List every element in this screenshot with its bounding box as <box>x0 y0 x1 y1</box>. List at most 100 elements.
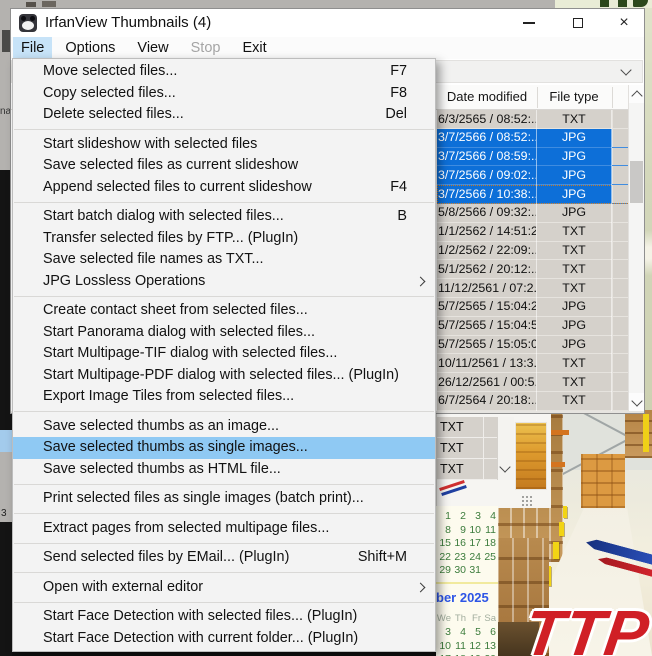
menu-item-label: Save selected thumbs as HTML file... <box>43 461 281 477</box>
file-row[interactable]: 1/2/2562 / 22:09:...TXT <box>437 242 628 261</box>
menu-item-open-external-editor[interactable]: Open with external editor <box>13 577 435 599</box>
file-row[interactable]: 10/11/2561 / 13:3...TXT <box>437 354 628 373</box>
column-header-file-type[interactable]: File type <box>537 89 611 104</box>
row-tail-cell <box>612 392 628 410</box>
row-tail-cell <box>612 242 628 260</box>
menu-item-move-selected-files[interactable]: Move selected files...F7 <box>13 61 435 83</box>
menu-item-save-thumbs-html[interactable]: Save selected thumbs as HTML file... <box>13 459 435 481</box>
calendar-day: 4 <box>481 510 496 524</box>
mini-thumbnail-image[interactable] <box>515 422 547 490</box>
calendar-day: 18 <box>481 537 496 551</box>
scroll-up-button[interactable] <box>629 85 644 103</box>
file-date: 5/8/2566 / 09:32:... <box>438 205 536 219</box>
ttp-logo-text: TTP <box>520 596 652 656</box>
menu-item-extract-pages[interactable]: Extract pages from selected multipage fi… <box>13 518 435 540</box>
menu-item-delete-selected-files[interactable]: Delete selected files...Del <box>13 104 435 126</box>
file-row[interactable]: 3/7/2566 / 08:52:...JPG <box>437 129 628 148</box>
file-row-focused[interactable]: 3/7/2566 / 10:38:...JPG <box>437 185 628 204</box>
menu-item-label: Create contact sheet from selected files… <box>43 302 308 318</box>
menu-item-label: Start Face Detection with selected files… <box>43 608 357 624</box>
menu-item-jpg-lossless[interactable]: JPG Lossless Operations <box>13 271 435 293</box>
photo-yellow-guard <box>559 522 564 536</box>
menubar-item-view[interactable]: View <box>128 37 177 59</box>
calendar-day: 6 <box>481 626 496 640</box>
background-top-strip <box>12 0 652 8</box>
menu-item-save-current-slideshow[interactable]: Save selected files as current slideshow <box>13 155 435 177</box>
mini-row-type: TXT <box>440 462 464 476</box>
mini-list-row[interactable]: TXT <box>437 438 497 459</box>
column-divider[interactable] <box>537 87 538 108</box>
column-divider[interactable] <box>612 87 613 108</box>
menu-item-save-names-txt[interactable]: Save selected file names as TXT... <box>13 249 435 271</box>
menu-item-multipage-tif[interactable]: Start Multipage-TIF dialog with selected… <box>13 343 435 365</box>
menu-item-panorama-dialog[interactable]: Start Panorama dialog with selected file… <box>13 322 435 344</box>
file-row[interactable]: 26/12/2561 / 00:5...TXT <box>437 373 628 392</box>
menubar-item-stop[interactable]: Stop <box>182 37 230 59</box>
file-row[interactable]: 3/7/2566 / 08:59:...JPG <box>437 148 628 167</box>
calendar-widget[interactable]: 1234 891011 15161718 22232425 293031 ber… <box>436 506 498 656</box>
file-type: TXT <box>537 112 611 126</box>
calendar-day: 25 <box>481 551 496 565</box>
file-row[interactable]: 5/7/2565 / 15:04:28JPG <box>437 298 628 317</box>
close-button[interactable]: × <box>607 9 641 37</box>
menubar-item-exit[interactable]: Exit <box>234 37 276 59</box>
photo-yellow-guard <box>553 542 559 559</box>
menu-item-export-image-tiles[interactable]: Export Image Tiles from selected files..… <box>13 386 435 408</box>
file-row[interactable]: 6/3/2565 / 08:52:...TXT <box>437 110 628 129</box>
minimize-button[interactable] <box>512 9 546 37</box>
file-date: 3/7/2566 / 08:52:... <box>438 130 536 144</box>
menu-item-shortcut: F8 <box>390 83 407 105</box>
menu-item-print-batch[interactable]: Print selected files as single images (b… <box>13 488 435 510</box>
file-row[interactable]: 3/7/2566 / 09:02:...JPG <box>437 166 628 185</box>
vertical-scrollbar[interactable] <box>628 85 644 411</box>
chevron-down-icon <box>620 64 631 75</box>
menu-item-append-to-slideshow[interactable]: Append selected files to current slidesh… <box>13 177 435 199</box>
file-row[interactable]: 5/1/2562 / 20:12:...TXT <box>437 260 628 279</box>
calendar-day: 10 <box>436 640 451 654</box>
minimize-icon <box>523 22 535 24</box>
file-type: JPG <box>537 337 611 351</box>
menubar-item-file[interactable]: File <box>13 37 52 59</box>
chevron-up-icon <box>631 90 642 101</box>
row-tail-cell <box>612 185 628 203</box>
menu-item-label: Print selected files as single images (b… <box>43 490 364 506</box>
scrollbar-thumb[interactable] <box>630 161 643 203</box>
file-row[interactable]: 6/7/2564 / 20:18:...TXT <box>437 392 628 411</box>
titlebar[interactable]: IrfanView Thumbnails (4) × <box>11 9 644 37</box>
menu-item-multipage-pdf[interactable]: Start Multipage-PDF dialog with selected… <box>13 365 435 387</box>
row-tail-cell <box>612 373 628 391</box>
menu-item-shortcut: B <box>397 206 407 228</box>
menubar-item-options[interactable]: Options <box>56 37 124 59</box>
close-icon: × <box>619 15 628 31</box>
menu-item-label: Save selected thumbs as an image... <box>43 418 279 434</box>
maximize-button[interactable] <box>561 9 595 37</box>
menu-item-start-slideshow[interactable]: Start slideshow with selected files <box>13 134 435 156</box>
menu-item-send-email[interactable]: Send selected files by EMail... (PlugIn)… <box>13 547 435 569</box>
file-date: 1/1/2562 / 14:51:23 <box>438 224 536 238</box>
menu-item-start-batch-dialog[interactable]: Start batch dialog with selected files..… <box>13 206 435 228</box>
scroll-down-button[interactable] <box>629 393 644 411</box>
file-row[interactable]: 5/7/2565 / 15:05:03JPG <box>437 336 628 355</box>
file-row[interactable]: 5/7/2565 / 15:04:52JPG <box>437 317 628 336</box>
file-date: 3/7/2566 / 10:38:... <box>438 187 536 201</box>
mini-list-row[interactable]: TXT <box>437 417 497 438</box>
file-row[interactable]: 11/12/2561 / 07:2...TXT <box>437 279 628 298</box>
file-row[interactable]: 5/8/2566 / 09:32:...JPG <box>437 204 628 223</box>
menu-item-create-contact-sheet[interactable]: Create contact sheet from selected files… <box>13 300 435 322</box>
calendar-weekday: Th <box>451 613 466 624</box>
menu-item-save-thumbs-single-images[interactable]: Save selected thumbs as single images... <box>13 437 435 459</box>
mini-list-row[interactable]: TXT <box>437 459 497 480</box>
file-type: TXT <box>537 281 611 295</box>
calendar-day: 17 <box>466 537 481 551</box>
menu-item-transfer-ftp[interactable]: Transfer selected files by FTP... (PlugI… <box>13 228 435 250</box>
menu-item-face-detection-selected[interactable]: Start Face Detection with selected files… <box>13 606 435 628</box>
irfanview-panda-icon <box>19 14 37 32</box>
resize-grip[interactable] <box>521 495 532 506</box>
column-header-date-modified[interactable]: Date modified <box>437 89 537 104</box>
menu-item-copy-selected-files[interactable]: Copy selected files...F8 <box>13 83 435 105</box>
menu-item-save-thumbs-as-image[interactable]: Save selected thumbs as an image... <box>13 416 435 438</box>
file-row[interactable]: 1/1/2562 / 14:51:23TXT <box>437 223 628 242</box>
calendar-day: 5 <box>466 626 481 640</box>
menu-item-label: Export Image Tiles from selected files..… <box>43 388 294 404</box>
menu-item-face-detection-folder[interactable]: Start Face Detection with current folder… <box>13 628 435 650</box>
